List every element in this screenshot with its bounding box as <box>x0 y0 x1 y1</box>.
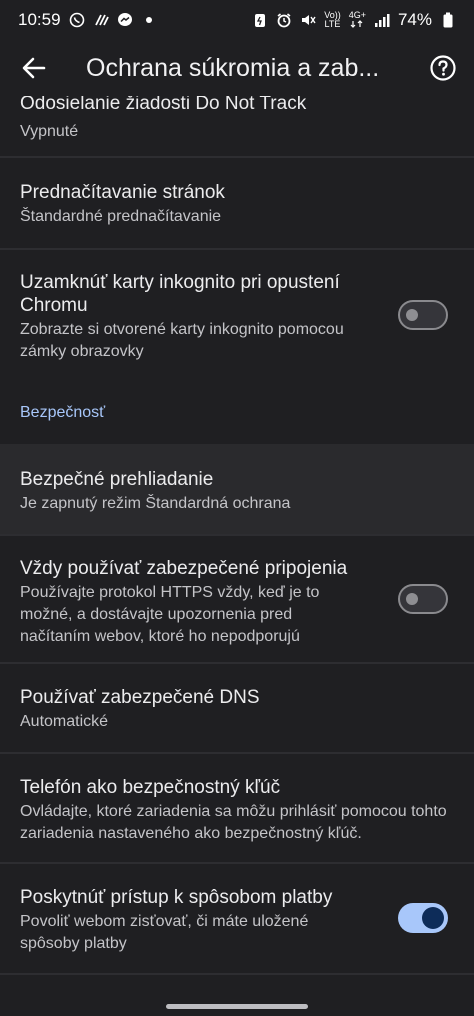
setting-subtitle: Zobrazte si otvorené karty inkognito pom… <box>20 321 344 360</box>
payment-methods-toggle[interactable] <box>398 903 448 933</box>
setting-subtitle: Štandardné prednačítavanie <box>20 208 222 225</box>
setting-subtitle: Automatické <box>20 713 109 730</box>
toggle-knob <box>406 593 418 605</box>
page-title: Ochrana súkromia a zab... <box>86 53 380 82</box>
setting-subtitle: Povoliť webom zisťovať, či máte uložené … <box>20 913 309 952</box>
section-header-security: Bezpečnosť <box>20 404 106 421</box>
toggle-knob <box>406 309 418 321</box>
divider <box>0 752 474 754</box>
network-type-text: 4G+ <box>348 9 366 20</box>
status-right: Vo)) LTE 4G+ 74% <box>252 10 456 30</box>
app-bar: Ochrana súkromia a zab... <box>0 40 474 96</box>
battery-percent: 74% <box>397 10 432 29</box>
battery-saver-icon <box>252 12 268 28</box>
divider <box>0 534 474 536</box>
slashed-icon <box>93 12 109 28</box>
whatsapp-icon <box>69 12 85 28</box>
setting-title: Telefón ako bezpečnostný kľúč <box>20 777 281 798</box>
setting-title: Bezpečné prehliadanie <box>20 469 214 490</box>
network-indicator: 4G+ <box>348 9 366 30</box>
setting-preload-pages[interactable]: Prednačítavanie stránok Štandardné predn… <box>0 181 474 228</box>
battery-icon <box>440 12 456 28</box>
alarm-icon <box>276 12 292 28</box>
help-icon <box>430 55 456 81</box>
https-always-toggle[interactable] <box>398 584 448 614</box>
mute-icon <box>300 12 316 28</box>
setting-title: Prednačítavanie stránok <box>20 182 225 203</box>
setting-secure-dns[interactable]: Používať zabezpečené DNS Automatické <box>0 686 474 733</box>
divider <box>0 862 474 864</box>
setting-safe-browsing[interactable]: Bezpečné prehliadanie Je zapnutý režim Š… <box>0 444 474 534</box>
back-button[interactable] <box>16 50 52 86</box>
setting-do-not-track[interactable]: Odosielanie žiadosti Do Not Track Vypnut… <box>0 96 474 143</box>
messenger-icon <box>117 12 133 28</box>
lock-incognito-toggle[interactable] <box>398 300 448 330</box>
setting-phone-security-key[interactable]: Telefón ako bezpečnostný kľúč Ovládajte,… <box>0 776 474 845</box>
setting-subtitle: Používajte protokol HTTPS vždy, keď je t… <box>20 584 320 645</box>
volte-indicator: Vo)) LTE <box>324 11 341 29</box>
signal-icon <box>374 12 390 28</box>
settings-list: Odosielanie žiadosti Do Not Track Vypnut… <box>0 96 474 1016</box>
setting-title: Odosielanie žiadosti Do Not Track <box>20 96 307 114</box>
setting-title: Uzamknúť karty inkognito pri opustení Ch… <box>20 272 340 316</box>
setting-subtitle: Ovládajte, ktoré zariadenia sa môžu prih… <box>20 803 447 842</box>
divider <box>0 662 474 664</box>
divider <box>0 248 474 250</box>
notification-dot-icon <box>141 12 157 28</box>
setting-title: Používať zabezpečené DNS <box>20 687 260 708</box>
help-button[interactable] <box>428 53 458 83</box>
setting-subtitle: Je zapnutý režim Štandardná ochrana <box>20 495 291 512</box>
arrow-back-icon <box>22 57 46 79</box>
setting-subtitle: Vypnuté <box>20 123 79 140</box>
status-time: 10:59 <box>18 10 61 29</box>
divider <box>0 156 474 158</box>
setting-title: Poskytnúť prístup k spôsobom platby <box>20 887 333 908</box>
status-left: 10:59 <box>18 10 157 30</box>
gesture-nav-handle[interactable] <box>166 1004 308 1009</box>
lte-text: LTE <box>324 19 341 29</box>
status-bar: 10:59 Vo)) LTE 4G+ 74% <box>0 0 474 40</box>
divider <box>0 973 474 975</box>
toggle-knob <box>422 907 444 929</box>
setting-title: Vždy používať zabezpečené pripojenia <box>20 558 348 579</box>
